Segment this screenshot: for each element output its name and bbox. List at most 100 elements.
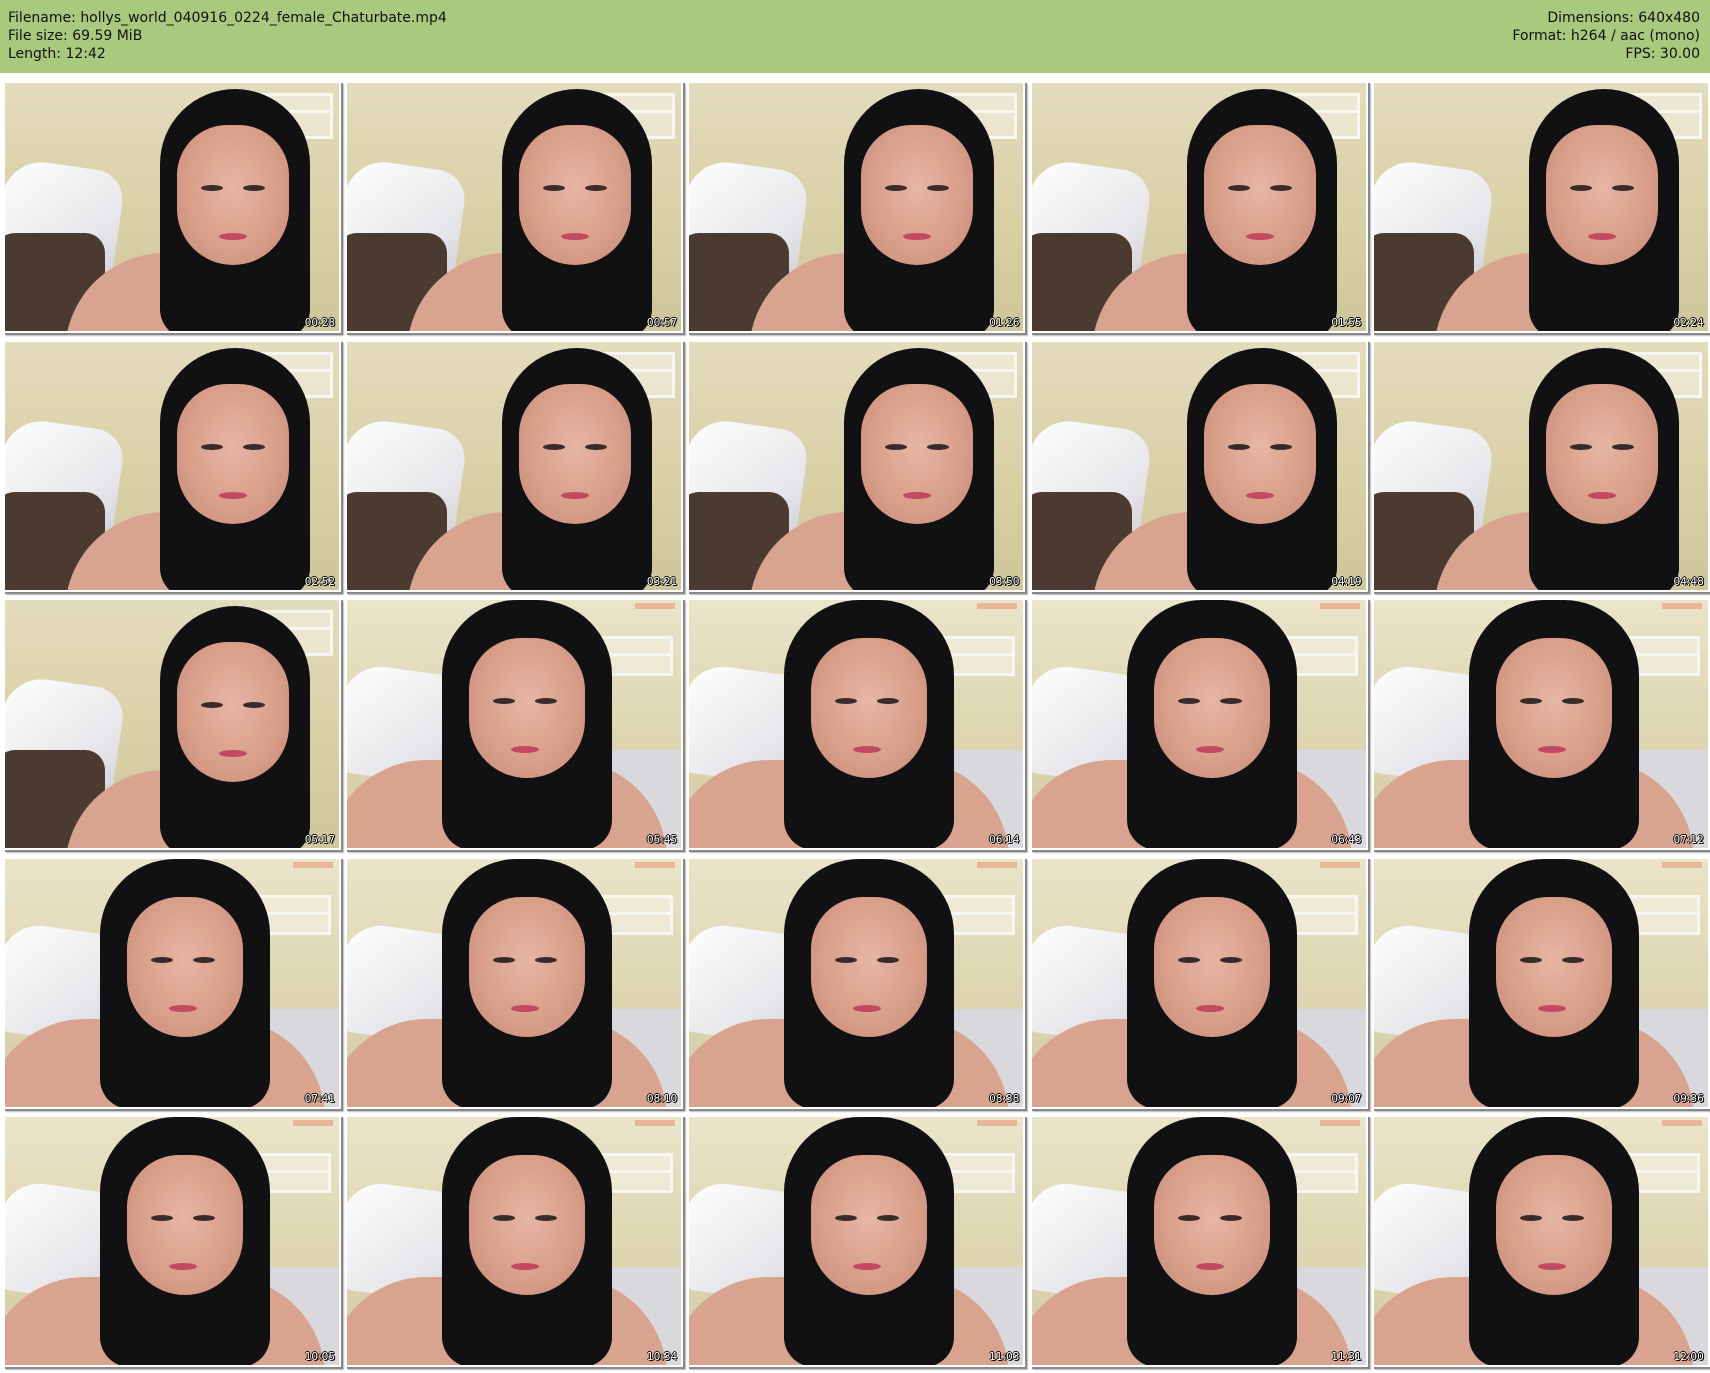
fps-value: 30.00 [1659, 46, 1700, 62]
eye [1561, 956, 1584, 963]
video-thumbnail[interactable]: 00:57 [345, 81, 684, 333]
video-thumbnail[interactable]: 09:36 [1371, 856, 1710, 1109]
video-frame [1031, 1117, 1366, 1365]
watermark [1319, 1120, 1360, 1126]
video-frame [1373, 83, 1708, 331]
eye [877, 698, 900, 704]
video-thumbnail[interactable]: 07:12 [1371, 598, 1710, 850]
video-thumbnail[interactable]: 05:17 [3, 598, 341, 850]
video-thumbnail[interactable]: 08:38 [687, 856, 1026, 1109]
face [1495, 896, 1612, 1037]
video-frame [1031, 858, 1366, 1107]
video-frame [689, 858, 1024, 1107]
thumbnail-timestamp: 05:45 [646, 834, 678, 846]
eye [1219, 698, 1242, 704]
thumbnail-timestamp: 11:31 [1331, 1351, 1362, 1363]
lips [1537, 746, 1566, 753]
video-thumbnail[interactable]: 00:28 [3, 81, 341, 333]
filesize-line: File size: 69.59 MiB [8, 28, 143, 44]
watermark [635, 603, 676, 609]
video-thumbnail[interactable]: 06:43 [1029, 598, 1368, 850]
fps-line: FPS: 30.00 [1625, 46, 1700, 62]
eye [585, 185, 608, 191]
eye [1519, 698, 1542, 704]
video-thumbnail[interactable]: 06:14 [687, 598, 1026, 850]
video-thumbnail[interactable]: 01:55 [1029, 81, 1368, 333]
thumbnail-timestamp: 00:28 [304, 317, 335, 329]
lips [1537, 1004, 1566, 1012]
info-header: Filename: hollys_world_040916_0224_femal… [0, 0, 1710, 73]
watermark [1661, 861, 1702, 868]
thumbnail-timestamp: 05:17 [304, 834, 335, 846]
watermark [635, 861, 676, 868]
video-thumbnail[interactable]: 10:05 [3, 1115, 341, 1367]
lips [1245, 491, 1274, 499]
video-thumbnail[interactable]: 04:48 [1371, 339, 1710, 592]
eye [1561, 1215, 1584, 1221]
video-frame [347, 600, 682, 848]
face [1545, 383, 1658, 524]
eye [201, 443, 223, 450]
video-thumbnail[interactable]: 05:45 [345, 598, 684, 850]
video-frame [5, 83, 339, 331]
video-frame [347, 341, 682, 590]
eye [1219, 956, 1242, 963]
video-thumbnail[interactable]: 11:31 [1029, 1115, 1368, 1367]
thumbnail-timestamp: 11:03 [989, 1351, 1020, 1363]
eye [1519, 1215, 1542, 1221]
video-thumbnail[interactable]: 10:34 [345, 1115, 684, 1367]
dimensions-value: 640x480 [1638, 10, 1700, 26]
length-value: 12:42 [65, 46, 106, 62]
face [1495, 1155, 1612, 1295]
lips [219, 750, 247, 757]
video-thumbnail[interactable]: 08:10 [345, 856, 684, 1109]
video-thumbnail[interactable]: 09:07 [1029, 856, 1368, 1109]
lips [903, 491, 932, 499]
lips [511, 746, 540, 753]
thumbnail-timestamp: 02:24 [1673, 317, 1704, 329]
eye [535, 698, 558, 704]
video-thumbnail[interactable]: 03:50 [687, 339, 1026, 592]
length-line: Length: 12:42 [8, 46, 106, 62]
lips [1587, 233, 1616, 240]
face [469, 896, 586, 1037]
lips [1245, 233, 1274, 240]
eye [1177, 698, 1200, 704]
watermark [635, 1120, 676, 1126]
video-thumbnail[interactable]: 02:52 [3, 339, 341, 592]
eye [1569, 443, 1592, 450]
face [127, 896, 243, 1037]
thumbnail-timestamp: 07:41 [304, 1092, 335, 1105]
video-thumbnail[interactable]: 12:00 [1371, 1115, 1710, 1367]
video-frame [1031, 83, 1366, 331]
video-thumbnail[interactable]: 11:03 [687, 1115, 1026, 1367]
video-frame [689, 600, 1024, 848]
video-frame [689, 1117, 1024, 1365]
video-thumbnail[interactable]: 03:21 [345, 339, 684, 592]
eye [1269, 443, 1292, 450]
file-info: Filename: hollys_world_040916_0224_femal… [8, 9, 447, 63]
watermark [1319, 861, 1360, 868]
face [1203, 383, 1316, 524]
face [519, 125, 632, 265]
face [1203, 125, 1316, 265]
thumbnail-timestamp: 12:00 [1673, 1351, 1704, 1363]
watermark [293, 1120, 333, 1126]
lips [1537, 1263, 1566, 1270]
video-thumbnail[interactable]: 04:19 [1029, 339, 1368, 592]
filename-value: hollys_world_040916_0224_female_Chaturba… [80, 10, 447, 26]
video-thumbnail[interactable]: 01:26 [687, 81, 1026, 333]
video-frame [5, 600, 339, 848]
thumbnail-grid: 00:28 00:57 01:26 01:55 02:24 02:52 03:21 03:50… [0, 81, 1710, 1371]
thumbnail-timestamp: 01:26 [989, 317, 1020, 329]
eye [1569, 185, 1592, 191]
dimensions-line: Dimensions: 640x480 [1547, 10, 1700, 26]
lips [219, 233, 247, 240]
video-thumbnail[interactable]: 02:24 [1371, 81, 1710, 333]
eye [493, 956, 516, 963]
video-thumbnail[interactable]: 07:41 [3, 856, 341, 1109]
eye [835, 1215, 858, 1221]
lips [561, 491, 590, 499]
eye [1519, 956, 1542, 963]
face [1545, 125, 1658, 265]
